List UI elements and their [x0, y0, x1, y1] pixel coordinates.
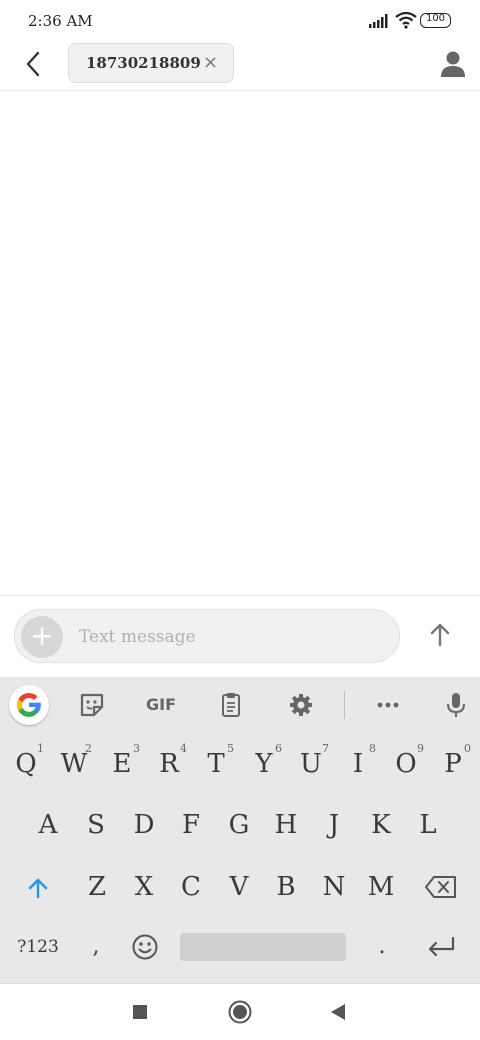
key-x[interactable]: X: [122, 862, 166, 912]
plus-icon: +: [30, 619, 54, 652]
person-icon[interactable]: [440, 50, 466, 78]
remove-recipient-icon[interactable]: ×: [203, 52, 218, 73]
key-o[interactable]: O9: [384, 739, 428, 789]
key-u[interactable]: U7: [289, 739, 333, 789]
key-k[interactable]: K: [359, 800, 403, 850]
sticker-icon[interactable]: [77, 691, 107, 719]
key-e[interactable]: E3: [100, 739, 144, 789]
key-t[interactable]: T5: [194, 739, 238, 789]
key-l[interactable]: L: [406, 800, 450, 850]
backspace-icon[interactable]: [424, 874, 458, 900]
enter-return-icon[interactable]: [424, 934, 458, 960]
conversation-area[interactable]: [0, 91, 480, 595]
signal-icon: [369, 14, 388, 28]
wifi-icon: [395, 11, 417, 29]
arrow-up-icon[interactable]: [422, 617, 458, 653]
message-input[interactable]: [79, 624, 379, 650]
navigation-bar: [0, 983, 480, 1040]
period-key[interactable]: .: [364, 922, 400, 972]
square-icon[interactable]: [130, 1002, 150, 1022]
key-w[interactable]: W2: [52, 739, 96, 789]
circle-icon[interactable]: [227, 999, 253, 1025]
key-p[interactable]: P0: [431, 739, 475, 789]
compose-divider: [0, 595, 480, 596]
key-r[interactable]: R4: [147, 739, 191, 789]
key-h[interactable]: H: [264, 800, 308, 850]
clipboard-icon[interactable]: [216, 691, 246, 719]
key-s[interactable]: S: [74, 800, 118, 850]
key-z[interactable]: Z: [75, 862, 119, 912]
status-bar: 2:36 AM 100: [0, 0, 480, 44]
add-attachment-button[interactable]: +: [21, 616, 63, 658]
more-horizontal-icon[interactable]: [373, 691, 403, 719]
recipient-chip[interactable]: 18730218809 ×: [68, 43, 234, 83]
gear-icon[interactable]: [286, 691, 316, 719]
battery-icon: 100: [420, 13, 451, 28]
key-n[interactable]: N: [312, 862, 356, 912]
key-d[interactable]: D: [122, 800, 166, 850]
key-m[interactable]: M: [359, 862, 403, 912]
compose-box: +: [14, 609, 400, 663]
keyboard-toolbar: GIF: [0, 677, 480, 733]
chevron-left-icon[interactable]: [18, 46, 50, 82]
toolbar-divider: [344, 691, 345, 719]
microphone-icon[interactable]: [441, 691, 471, 719]
key-a[interactable]: A: [26, 800, 70, 850]
key-g[interactable]: G: [217, 800, 261, 850]
comma-key[interactable]: ,: [78, 922, 114, 972]
key-j[interactable]: J: [312, 800, 356, 850]
google-search-button[interactable]: [9, 685, 49, 725]
key-y[interactable]: Y6: [242, 739, 286, 789]
emoji-icon[interactable]: [130, 932, 160, 962]
recipient-number: 18730218809: [86, 54, 201, 72]
symbols-key[interactable]: ?123: [10, 922, 66, 972]
google-g-icon: [16, 692, 41, 717]
battery-level: 100: [425, 13, 446, 24]
key-v[interactable]: V: [217, 862, 261, 912]
shift-arrow-icon[interactable]: [22, 873, 54, 903]
key-i[interactable]: I8: [336, 739, 380, 789]
status-time: 2:36 AM: [28, 12, 93, 30]
triangle-back-icon[interactable]: [327, 1001, 349, 1023]
key-q[interactable]: Q1: [4, 739, 48, 789]
gif-button[interactable]: GIF: [144, 691, 178, 719]
key-b[interactable]: B: [264, 862, 308, 912]
key-f[interactable]: F: [169, 800, 213, 850]
keyboard: GIF Q1 W2 E3 R4 T5 Y6 U7 I8 O 9 P 0 A S …: [0, 677, 480, 983]
space-bar[interactable]: [180, 933, 346, 961]
key-c[interactable]: C: [169, 862, 213, 912]
